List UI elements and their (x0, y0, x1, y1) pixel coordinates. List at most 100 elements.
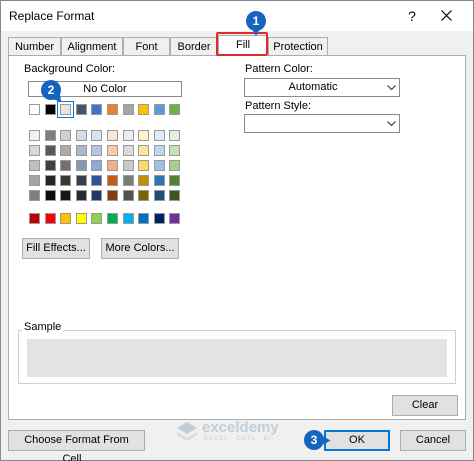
color-swatch[interactable] (60, 160, 72, 171)
color-swatch[interactable] (153, 175, 165, 186)
tab-font[interactable]: Font (123, 37, 170, 56)
color-swatch[interactable] (91, 190, 103, 201)
color-swatch[interactable] (29, 104, 40, 115)
color-swatch[interactable] (75, 130, 87, 141)
color-swatch[interactable] (169, 175, 181, 186)
color-swatch[interactable] (138, 160, 150, 171)
sample-preview (27, 339, 447, 377)
sample-label: Sample (22, 321, 64, 333)
color-swatch[interactable] (29, 175, 40, 186)
standard-color-swatch[interactable] (60, 213, 72, 224)
pattern-style-dropdown[interactable] (244, 114, 400, 133)
color-swatch[interactable] (107, 160, 118, 171)
tab-alignment[interactable]: Alignment (61, 37, 123, 56)
color-swatch[interactable] (107, 190, 118, 201)
color-swatch[interactable] (29, 190, 40, 201)
watermark-name: exceldemy (202, 419, 279, 436)
color-swatch[interactable] (169, 190, 181, 201)
color-swatch[interactable] (122, 160, 134, 171)
color-swatch[interactable] (122, 190, 134, 201)
color-swatch[interactable] (91, 145, 103, 156)
pattern-color-dropdown[interactable]: Automatic (244, 78, 400, 97)
color-swatch[interactable] (75, 145, 87, 156)
color-swatch[interactable] (169, 145, 181, 156)
close-button[interactable] (431, 4, 461, 28)
standard-color-swatch[interactable] (153, 213, 165, 224)
cancel-button[interactable]: Cancel (400, 430, 466, 451)
fill-tab-highlight (216, 32, 268, 56)
color-swatch[interactable] (29, 130, 40, 141)
clear-button[interactable]: Clear (392, 395, 458, 416)
color-swatch[interactable] (122, 104, 134, 115)
help-button[interactable]: ? (400, 4, 424, 28)
color-swatch[interactable] (75, 190, 87, 201)
color-swatch[interactable] (169, 104, 181, 115)
color-swatch[interactable] (29, 145, 40, 156)
color-swatch[interactable] (44, 145, 56, 156)
color-swatch[interactable] (91, 130, 103, 141)
color-swatch[interactable] (91, 160, 103, 171)
tab-number[interactable]: Number (8, 37, 61, 56)
color-swatch[interactable] (75, 104, 87, 115)
standard-color-swatch[interactable] (75, 213, 87, 224)
color-swatch[interactable] (169, 160, 181, 171)
color-swatch[interactable] (138, 175, 150, 186)
color-swatch[interactable] (107, 145, 118, 156)
tab-border[interactable]: Border (170, 37, 218, 56)
pattern-color-label: Pattern Color: (245, 63, 313, 75)
color-swatch[interactable] (153, 160, 165, 171)
color-swatch[interactable] (91, 104, 103, 115)
close-icon (440, 10, 452, 21)
color-swatch[interactable] (122, 130, 134, 141)
color-swatch[interactable] (60, 175, 72, 186)
choose-format-from-cell-button[interactable]: Choose Format From Cell... (8, 430, 145, 461)
exceldemy-watermark: exceldemy EXCEL · DATA · BI (175, 418, 295, 446)
exceldemy-logo-icon (177, 422, 197, 441)
pattern-color-value: Automatic (288, 81, 338, 93)
color-swatch[interactable] (153, 130, 165, 141)
color-swatch[interactable] (60, 145, 72, 156)
color-swatch[interactable] (138, 130, 150, 141)
tab-protection[interactable]: Protection (268, 37, 328, 56)
color-swatch[interactable] (169, 130, 181, 141)
color-swatch[interactable] (153, 145, 165, 156)
standard-color-swatch[interactable] (122, 213, 134, 224)
ok-button[interactable]: OK (324, 430, 390, 451)
color-swatch[interactable] (57, 101, 75, 118)
color-swatch[interactable] (138, 190, 150, 201)
color-swatch[interactable] (153, 104, 165, 115)
more-colors-button[interactable]: More Colors... (101, 238, 179, 259)
color-swatch[interactable] (107, 104, 118, 115)
color-swatch[interactable] (107, 175, 118, 186)
color-swatch[interactable] (75, 160, 87, 171)
color-swatch[interactable] (122, 175, 134, 186)
color-swatch[interactable] (44, 175, 56, 186)
color-swatch[interactable] (44, 130, 56, 141)
dialog-title: Replace Format (9, 9, 95, 23)
standard-color-swatch[interactable] (169, 213, 181, 224)
color-swatch[interactable] (29, 160, 40, 171)
standard-color-swatch[interactable] (91, 213, 103, 224)
color-swatch[interactable] (44, 190, 56, 201)
callout-1-pointer (252, 29, 260, 36)
standard-color-swatch[interactable] (44, 213, 56, 224)
color-swatch[interactable] (153, 190, 165, 201)
fill-effects-button[interactable]: Fill Effects... (22, 238, 90, 259)
standard-color-swatch[interactable] (29, 213, 40, 224)
chevron-down-icon (382, 79, 399, 96)
color-swatch[interactable] (138, 104, 150, 115)
color-swatch[interactable] (44, 160, 56, 171)
color-swatch[interactable] (44, 104, 56, 115)
color-swatch[interactable] (60, 190, 72, 201)
standard-color-swatch[interactable] (107, 213, 118, 224)
title-bar: Replace Format ? (1, 1, 473, 31)
color-swatch[interactable] (107, 130, 118, 141)
color-swatch[interactable] (122, 145, 134, 156)
standard-color-swatch[interactable] (138, 213, 150, 224)
color-swatch[interactable] (60, 130, 72, 141)
callout-1-badge: 1 (246, 11, 266, 31)
color-swatch[interactable] (138, 145, 150, 156)
chevron-down-icon (382, 115, 399, 132)
color-swatch[interactable] (75, 175, 87, 186)
color-swatch[interactable] (91, 175, 103, 186)
